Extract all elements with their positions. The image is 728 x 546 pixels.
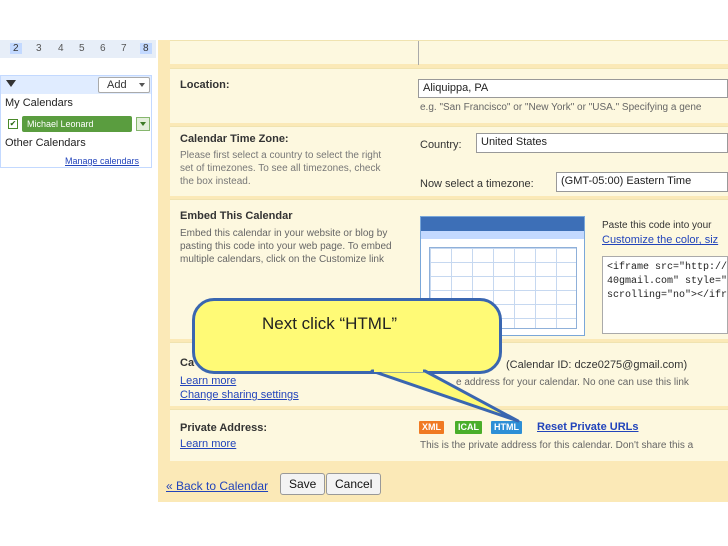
add-label: Add: [107, 79, 127, 91]
country-select[interactable]: United States: [476, 133, 728, 153]
calendar-list-panel: Add My Calendars ✔ Michael Leonard Other…: [0, 75, 152, 168]
code-line: 40gmail.com" style="bo: [607, 276, 728, 287]
mini-calendar-day[interactable]: 4: [58, 43, 64, 54]
country-label: Country:: [420, 139, 462, 151]
chevron-down-icon: [139, 83, 145, 87]
mini-calendar-week: 2 3 4 5 6 7 8: [0, 40, 156, 58]
cancel-button[interactable]: Cancel: [326, 473, 382, 495]
location-hint: e.g. "San Francisco" or "New York" or "U…: [420, 102, 702, 113]
preview-header: [421, 217, 584, 231]
timezone-select[interactable]: (GMT-05:00) Eastern Time: [556, 172, 728, 192]
settings-row-top: [170, 40, 728, 65]
mini-calendar-day[interactable]: 2: [10, 43, 22, 54]
callout-text: Next click “HTML”: [262, 314, 398, 333]
calendar-address-description: e address for your calendar. No one can …: [456, 377, 689, 388]
mini-calendar-day[interactable]: 5: [79, 43, 85, 54]
mini-calendar-day[interactable]: 7: [121, 43, 127, 54]
other-calendars-heading[interactable]: Other Calendars: [5, 137, 86, 149]
add-calendar-button[interactable]: Add: [98, 77, 150, 93]
private-address-label: Private Address:: [180, 422, 268, 434]
timezone-select-label: Now select a timezone:: [420, 178, 534, 190]
divider: [418, 41, 419, 65]
checkbox-check-icon[interactable]: ✔: [8, 119, 18, 129]
mini-calendar-day[interactable]: 8: [140, 43, 152, 54]
calendar-list-header: Add: [1, 76, 151, 94]
code-line: scrolling="no"></iframe: [607, 290, 728, 301]
mini-calendar-day[interactable]: 3: [36, 43, 42, 54]
preview-subheader: [421, 231, 584, 239]
settings-row-timezone: Calendar Time Zone: Please first select …: [170, 126, 728, 196]
embed-label: Embed This Calendar: [180, 210, 293, 222]
mini-calendar-day[interactable]: 6: [100, 43, 106, 54]
calendar-name[interactable]: Michael Leonard: [22, 116, 132, 132]
embed-code-textarea[interactable]: <iframe src="http://www 40gmail.com" sty…: [602, 256, 728, 334]
paste-instructions: Paste this code into your: [602, 220, 712, 231]
manage-calendars-link[interactable]: Manage calendars: [65, 156, 139, 166]
timezone-label: Calendar Time Zone:: [180, 133, 289, 145]
back-to-calendar-link[interactable]: « Back to Calendar: [166, 479, 268, 493]
learn-more-link[interactable]: Learn more: [180, 438, 236, 450]
embed-description: Embed this calendar in your website or b…: [180, 228, 392, 265]
settings-row-private-address: Private Address: XML ICAL HTML Reset Pri…: [170, 409, 728, 461]
calendar-id: (Calendar ID: dcze0275@gmail.com): [506, 359, 688, 371]
location-label: Location:: [180, 79, 230, 91]
code-line: <iframe src="http://www: [607, 262, 728, 273]
save-button[interactable]: Save: [280, 473, 326, 495]
customize-link[interactable]: Customize the color, siz: [602, 234, 728, 246]
xml-badge-button[interactable]: XML: [419, 421, 444, 434]
html-badge-button[interactable]: HTML: [491, 421, 522, 434]
timezone-description: Please first select a country to select …: [180, 150, 382, 187]
collapse-triangle-icon[interactable]: [6, 80, 16, 87]
calendar-menu-icon[interactable]: [136, 117, 150, 131]
private-address-description: This is the private address for this cal…: [420, 440, 694, 451]
reset-private-urls-link[interactable]: Reset Private URLs: [537, 421, 639, 433]
change-sharing-link[interactable]: Change sharing settings: [180, 389, 299, 401]
ical-badge-button[interactable]: ICAL: [455, 421, 482, 434]
calendar-list-item[interactable]: ✔ Michael Leonard: [8, 116, 150, 132]
instruction-callout: [192, 298, 502, 374]
my-calendars-heading[interactable]: My Calendars: [5, 97, 73, 109]
settings-row-location: Location: Aliquippa, PA e.g. "San Franci…: [170, 68, 728, 123]
learn-more-link[interactable]: Learn more: [180, 375, 236, 387]
location-input[interactable]: Aliquippa, PA: [418, 79, 728, 98]
calendar-address-label: Ca: [180, 357, 195, 369]
